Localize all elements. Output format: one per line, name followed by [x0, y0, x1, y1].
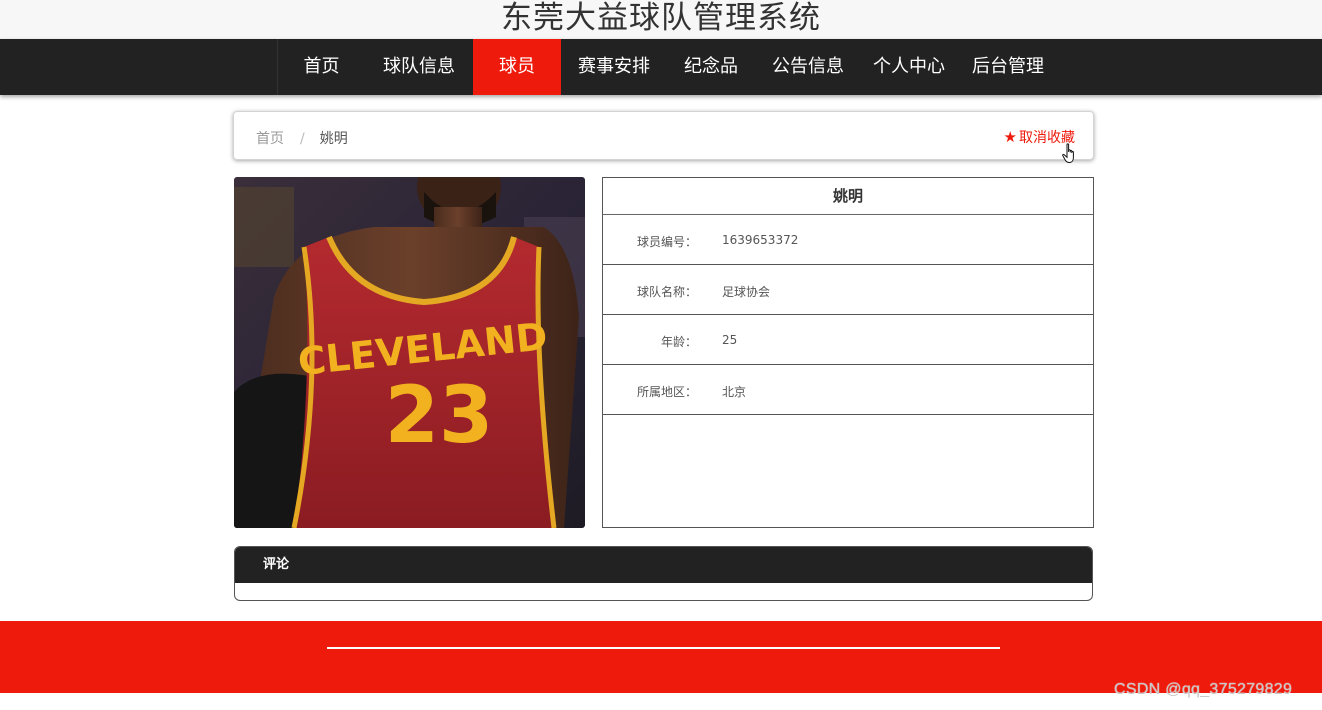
comment-panel: 评论 [234, 546, 1093, 601]
basketball-player-photo-icon: CLEVELAND 23 [234, 177, 585, 528]
site-title: 东莞大益球队管理系统 [0, 0, 1322, 39]
watermark: CSDN @qq_375279829 [1114, 681, 1293, 698]
breadcrumb-separator: / [300, 131, 305, 147]
breadcrumb-current: 姚明 [319, 131, 348, 147]
age-value: 25 [722, 333, 738, 347]
comment-panel-title: 评论 [235, 547, 1092, 583]
nav-item-souvenirs[interactable]: 纪念品 [667, 39, 755, 95]
region-label: 所属地区： [636, 385, 697, 399]
team-name-label: 球队名称： [636, 285, 697, 299]
breadcrumb: 首页 / 姚明 [256, 128, 348, 148]
age-label: 年龄： [660, 335, 697, 349]
player-name-heading: 姚明 [603, 178, 1093, 215]
hand-cursor-icon [1062, 143, 1074, 164]
nav-item-announcements[interactable]: 公告信息 [755, 39, 861, 95]
player-id-value: 1639653372 [722, 233, 799, 247]
nav-item-profile[interactable]: 个人中心 [861, 39, 957, 95]
player-photo: CLEVELAND 23 [234, 177, 585, 528]
nav-item-schedule[interactable]: 赛事安排 [561, 39, 667, 95]
nav-item-home[interactable]: 首页 [277, 39, 365, 95]
nav-item-team-info[interactable]: 球队信息 [365, 39, 473, 95]
svg-text:23: 23 [385, 371, 494, 461]
main-navbar: 首页 球队信息 球员 赛事安排 纪念品 公告信息 个人中心 后台管理 [0, 39, 1322, 95]
footer-divider [327, 647, 1000, 649]
breadcrumb-bar: 首页 / 姚明 ★ 取消收藏 [233, 111, 1094, 160]
info-row-age: 年龄： 25 [603, 315, 1093, 365]
region-value: 北京 [722, 385, 747, 399]
nav-item-admin[interactable]: 后台管理 [957, 39, 1059, 95]
breadcrumb-home-link[interactable]: 首页 [256, 131, 284, 147]
nav-menu: 首页 球队信息 球员 赛事安排 纪念品 公告信息 个人中心 后台管理 [277, 39, 1059, 95]
team-name-value: 足球协会 [722, 285, 771, 299]
info-row-region: 所属地区： 北京 [603, 365, 1093, 415]
nav-item-players[interactable]: 球员 [473, 39, 561, 95]
info-row-player-id: 球员编号： 1639653372 [603, 215, 1093, 265]
star-icon: ★ [1003, 128, 1017, 146]
player-info-table: 姚明 球员编号： 1639653372 球队名称： 足球协会 年龄： 25 所属… [602, 177, 1094, 528]
info-row-team-name: 球队名称： 足球协会 [603, 265, 1093, 315]
player-id-label: 球员编号： [636, 235, 697, 249]
